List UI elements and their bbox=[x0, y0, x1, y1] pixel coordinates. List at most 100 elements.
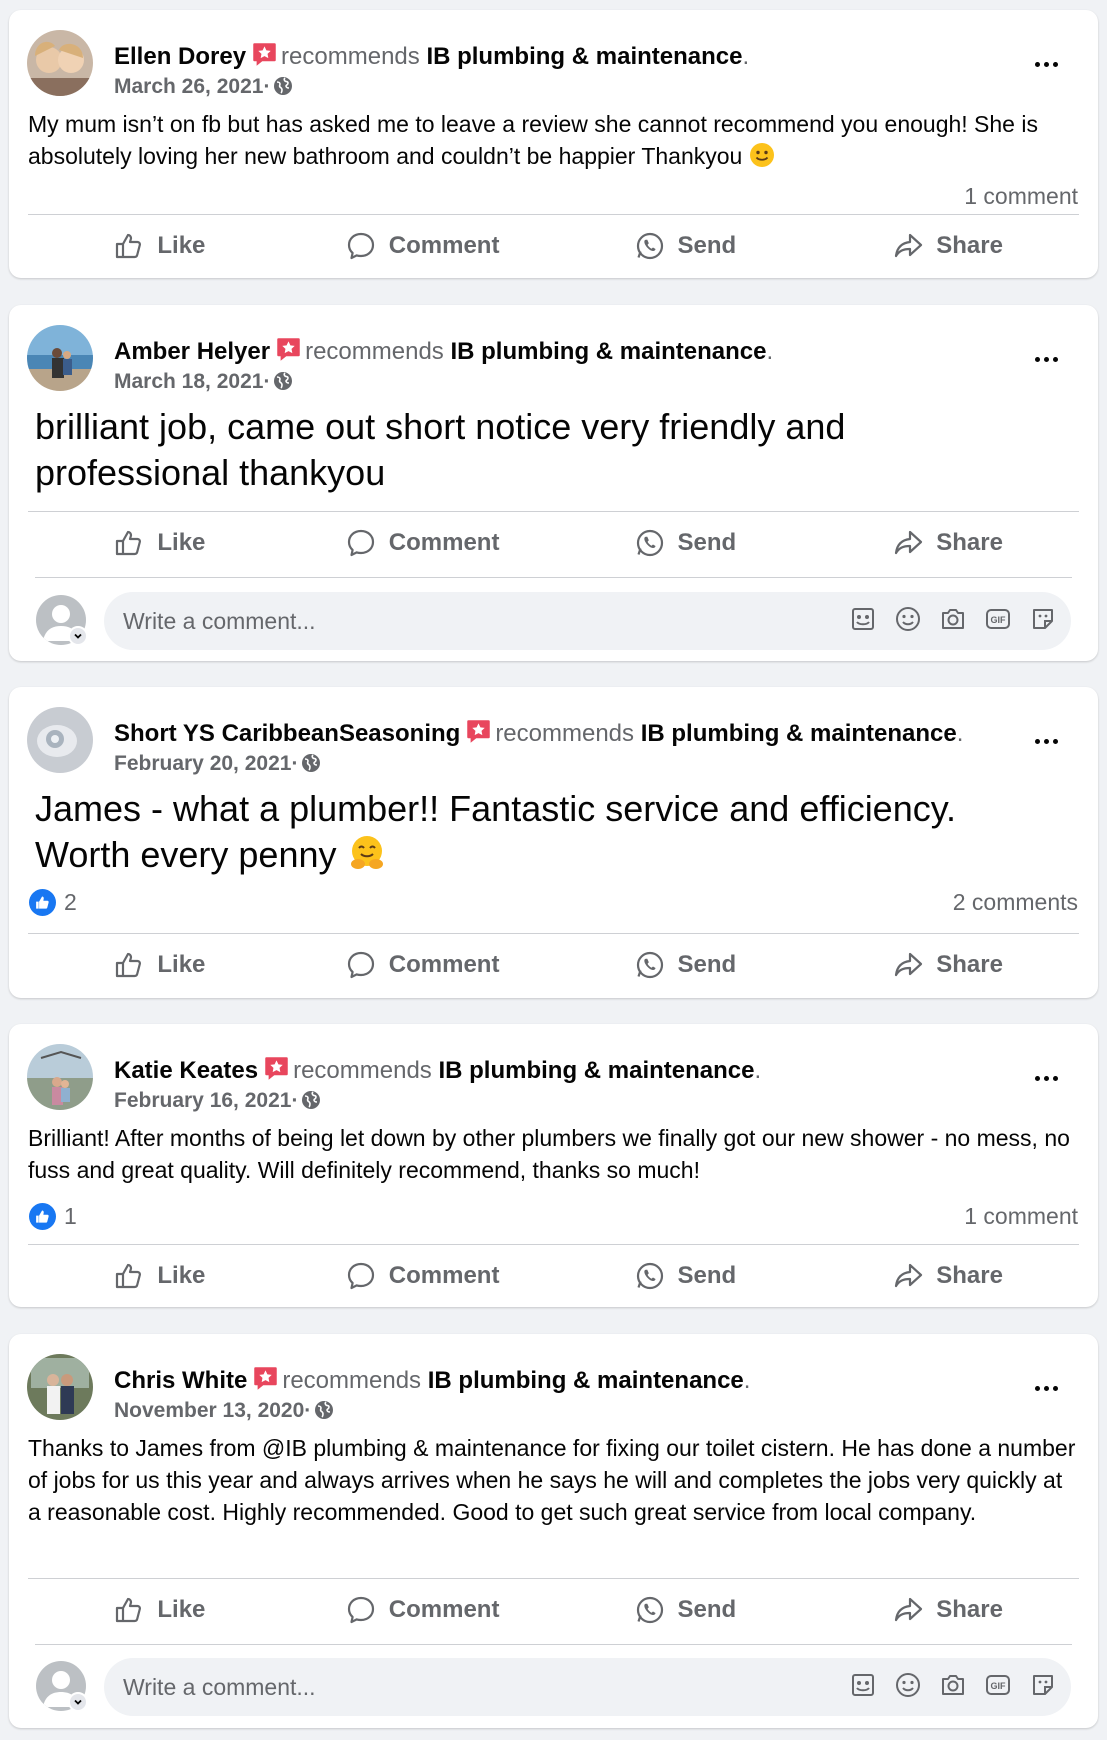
author-name[interactable]: Amber Helyer bbox=[114, 338, 270, 365]
like-label: Like bbox=[157, 951, 206, 978]
comment-composer: Write a comment... bbox=[36, 1658, 1071, 1716]
avatar-sticker-icon[interactable] bbox=[849, 1671, 877, 1699]
globe-icon bbox=[301, 1090, 321, 1110]
more-options-button[interactable] bbox=[1024, 731, 1068, 751]
post-stats: 1 comment bbox=[29, 180, 1078, 212]
author-avatar[interactable] bbox=[27, 30, 93, 96]
action-bar: Like Comment Send Share bbox=[28, 934, 1079, 996]
comment-button[interactable]: Comment bbox=[291, 1245, 554, 1307]
post-header: Katie Keates recommends IB plumbing & mai… bbox=[27, 1042, 1080, 1112]
recommends-label: recommends bbox=[305, 338, 444, 365]
more-options-button[interactable] bbox=[1024, 1068, 1068, 1088]
camera-icon[interactable] bbox=[939, 1671, 967, 1699]
post-date-line: February 20, 2021· bbox=[114, 751, 321, 777]
author-avatar[interactable] bbox=[27, 325, 93, 391]
recommendation-badge-icon bbox=[252, 1365, 279, 1392]
share-button[interactable]: Share bbox=[816, 1579, 1079, 1641]
recommendation-badge-icon bbox=[251, 41, 278, 68]
name-line: Amber Helyer recommends IB plumbing & mai… bbox=[114, 338, 774, 365]
author-avatar[interactable] bbox=[27, 1354, 93, 1420]
send-button[interactable]: Send bbox=[554, 1579, 817, 1641]
comment-button[interactable]: Comment bbox=[291, 934, 554, 996]
emoji-icon[interactable] bbox=[894, 605, 922, 633]
post-date[interactable]: November 13, 2020 bbox=[114, 1399, 304, 1422]
name-line: Short YS CaribbeanSeasoning recommends IB… bbox=[114, 720, 964, 747]
post-date-line: November 13, 2020· bbox=[114, 1398, 334, 1424]
page-name-link[interactable]: IB plumbing & maintenance bbox=[428, 1367, 744, 1394]
more-options-button[interactable] bbox=[1024, 54, 1068, 74]
avatar-sticker-icon[interactable] bbox=[849, 605, 877, 633]
page-name-link[interactable]: IB plumbing & maintenance bbox=[641, 720, 957, 747]
post-date[interactable]: March 18, 2021 bbox=[114, 370, 263, 393]
like-label: Like bbox=[157, 1262, 206, 1289]
globe-icon bbox=[314, 1400, 334, 1420]
share-button[interactable]: Share bbox=[816, 512, 1079, 574]
comment-icon bbox=[345, 949, 377, 981]
author-name[interactable]: Chris White bbox=[114, 1367, 247, 1394]
comment-label: Comment bbox=[388, 1262, 500, 1289]
action-bar: Like Comment Send Share bbox=[28, 1579, 1079, 1641]
sticker-icon[interactable] bbox=[1029, 1671, 1057, 1699]
like-icon bbox=[113, 527, 145, 559]
page-name-link[interactable]: IB plumbing & maintenance bbox=[438, 1057, 754, 1084]
page-name-link[interactable]: IB plumbing & maintenance bbox=[450, 338, 766, 365]
sticker-icon[interactable] bbox=[1029, 605, 1057, 633]
comment-count[interactable]: 1 comment bbox=[964, 180, 1078, 212]
send-button[interactable]: Send bbox=[554, 1245, 817, 1307]
post-date-line: March 18, 2021· bbox=[114, 369, 293, 395]
author-name[interactable]: Short YS CaribbeanSeasoning bbox=[114, 720, 460, 747]
comment-button[interactable]: Comment bbox=[291, 215, 554, 277]
post-date[interactable]: March 26, 2021 bbox=[114, 75, 263, 98]
post-text: James - what a plumber!! Fantastic servi… bbox=[35, 788, 957, 875]
comment-count[interactable]: 1 comment bbox=[964, 1200, 1078, 1232]
comment-icon bbox=[345, 1260, 377, 1292]
post-card: Chris White recommends IB plumbing & main… bbox=[9, 1334, 1098, 1728]
chevron-down-icon[interactable] bbox=[68, 1692, 88, 1712]
action-bar: Like Comment Send Share bbox=[28, 512, 1079, 574]
post-header: Ellen Dorey recommends IB plumbing & main… bbox=[27, 28, 1080, 98]
slightly-smiling-face-icon bbox=[749, 143, 774, 167]
share-button[interactable]: Share bbox=[816, 1245, 1079, 1307]
post-date[interactable]: February 16, 2021 bbox=[114, 1089, 291, 1112]
author-avatar[interactable] bbox=[27, 1044, 93, 1110]
whatsapp-send-icon bbox=[634, 230, 666, 262]
comment-button[interactable]: Comment bbox=[291, 512, 554, 574]
camera-icon[interactable] bbox=[939, 605, 967, 633]
author-name[interactable]: Ellen Dorey bbox=[114, 43, 246, 70]
like-button[interactable]: Like bbox=[28, 512, 291, 574]
author-name[interactable]: Katie Keates bbox=[114, 1057, 258, 1084]
like-icon bbox=[113, 1594, 145, 1626]
page-name-link[interactable]: IB plumbing & maintenance bbox=[426, 43, 742, 70]
like-icon bbox=[113, 1260, 145, 1292]
emoji-icon[interactable] bbox=[894, 1671, 922, 1699]
reaction-summary[interactable]: 1 bbox=[29, 1200, 77, 1232]
share-button[interactable]: Share bbox=[816, 934, 1079, 996]
like-button[interactable]: Like bbox=[28, 1579, 291, 1641]
like-button[interactable]: Like bbox=[28, 215, 291, 277]
chevron-down-icon[interactable] bbox=[68, 626, 88, 646]
composer-tools bbox=[849, 605, 1057, 633]
like-button[interactable]: Like bbox=[28, 934, 291, 996]
more-options-button[interactable] bbox=[1024, 1378, 1068, 1398]
more-options-button[interactable] bbox=[1024, 349, 1068, 369]
send-button[interactable]: Send bbox=[554, 215, 817, 277]
gif-icon[interactable] bbox=[984, 1671, 1012, 1699]
gif-icon[interactable] bbox=[984, 605, 1012, 633]
comment-icon bbox=[345, 527, 377, 559]
comment-label: Comment bbox=[388, 232, 500, 259]
author-avatar[interactable] bbox=[27, 707, 93, 773]
hugging-face-icon bbox=[350, 836, 383, 869]
post-date[interactable]: February 20, 2021 bbox=[114, 752, 291, 775]
post-text: My mum isn’t on fb but has asked me to l… bbox=[28, 111, 1038, 169]
send-label: Send bbox=[677, 1262, 737, 1289]
like-button[interactable]: Like bbox=[28, 1245, 291, 1307]
comment-icon bbox=[345, 230, 377, 262]
reaction-summary[interactable]: 2 bbox=[29, 886, 77, 918]
share-button[interactable]: Share bbox=[816, 215, 1079, 277]
comment-count[interactable]: 2 comments bbox=[953, 886, 1078, 918]
comment-button[interactable]: Comment bbox=[291, 1579, 554, 1641]
comment-composer: Write a comment... bbox=[36, 592, 1071, 650]
send-button[interactable]: Send bbox=[554, 512, 817, 574]
send-label: Send bbox=[677, 529, 737, 556]
send-button[interactable]: Send bbox=[554, 934, 817, 996]
